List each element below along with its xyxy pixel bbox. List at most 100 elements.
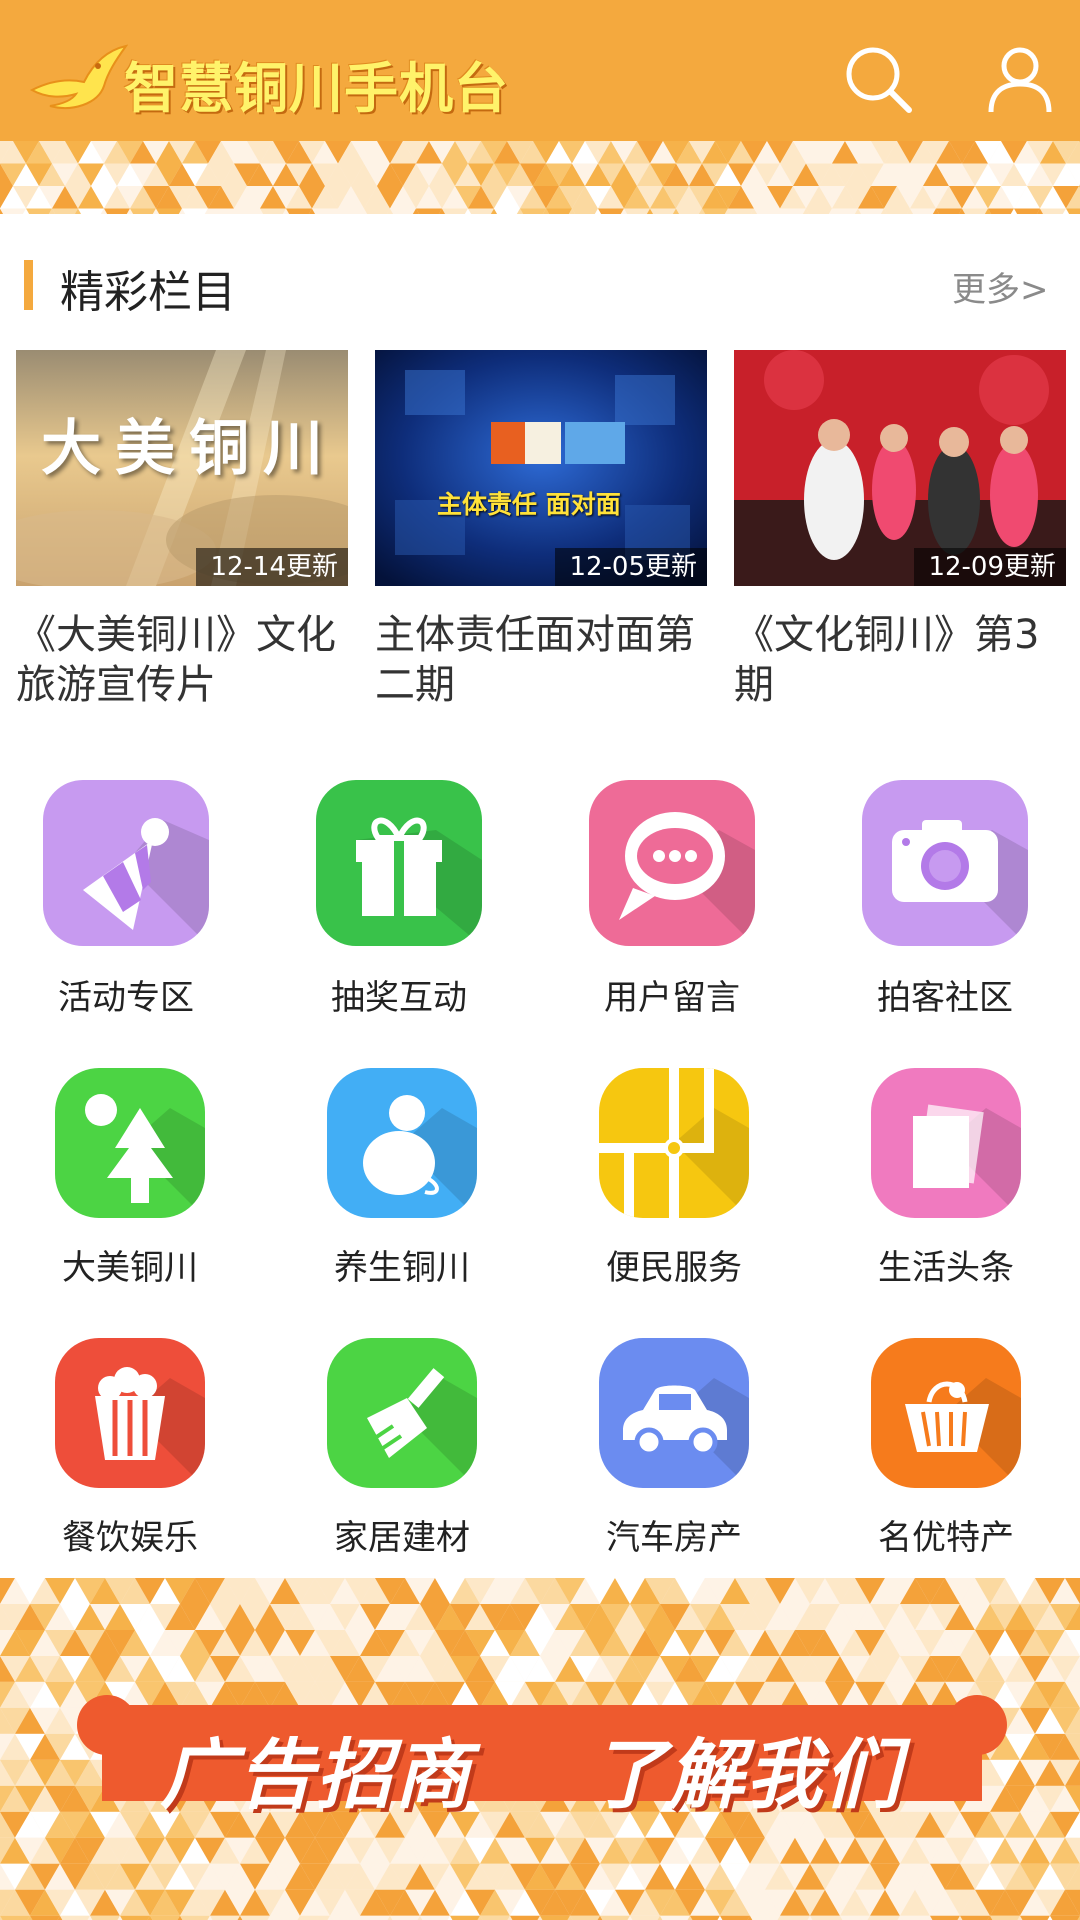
program-title: 主体责任面对面第二期 xyxy=(375,612,695,708)
pattern-triangle xyxy=(728,208,754,214)
program-card[interactable]: 主体责任 面对面 12-05更新 主体责任面对面第二期 xyxy=(375,350,707,710)
pattern-triangle xyxy=(416,208,442,214)
pattern-triangle xyxy=(330,1915,360,1920)
program-card[interactable]: 大美铜川 12-14更新 《大美铜川》文化旅游宣传片 xyxy=(16,350,348,710)
pattern-triangle xyxy=(988,208,1014,214)
pattern-triangle xyxy=(930,1915,960,1920)
pattern-triangle xyxy=(936,208,962,214)
pattern-triangle xyxy=(210,1915,240,1920)
pattern-triangle xyxy=(570,1915,600,1920)
user-icon[interactable] xyxy=(985,44,1055,114)
pattern-triangle xyxy=(494,208,520,214)
pattern-triangle xyxy=(300,1915,330,1920)
gift-icon xyxy=(316,780,482,946)
pattern-triangle xyxy=(690,1915,720,1920)
grid-item-label: 活动专区 xyxy=(58,978,194,1018)
pattern-triangle xyxy=(260,208,286,214)
pattern-triangle xyxy=(156,208,182,214)
pattern-triangle xyxy=(780,208,806,214)
pattern-triangle xyxy=(150,1915,180,1920)
pattern-triangle xyxy=(510,1915,540,1920)
pattern-triangle xyxy=(1050,1915,1080,1920)
pattern-triangle xyxy=(390,208,416,214)
pattern-triangle xyxy=(660,1915,690,1920)
grid-item-label: 餐饮娱乐 xyxy=(62,1518,198,1558)
grid-item-label: 生活头条 xyxy=(878,1248,1014,1288)
pattern-triangle xyxy=(180,1915,210,1920)
pattern-triangle xyxy=(810,1915,840,1920)
pattern-triangle xyxy=(26,208,52,214)
grid-item-label: 家居建材 xyxy=(334,1518,470,1558)
pattern-triangle xyxy=(624,208,650,214)
pattern-triangle xyxy=(750,1915,780,1920)
tree-icon xyxy=(55,1068,205,1218)
search-icon[interactable] xyxy=(843,44,913,114)
pattern-triangle xyxy=(234,208,260,214)
thumbnail-caption: 主体责任 面对面 xyxy=(437,490,621,519)
pattern-triangle xyxy=(858,208,884,214)
ad-about-us-button[interactable]: 了解我们 xyxy=(590,1713,902,1823)
grid-item-label: 名优特产 xyxy=(878,1518,1014,1558)
grid-item-label: 养生铜川 xyxy=(334,1248,470,1288)
app-header: 智慧铜川手机台 xyxy=(0,0,1080,141)
pattern-triangle xyxy=(1040,208,1066,214)
pattern-triangle xyxy=(520,208,546,214)
pattern-triangle xyxy=(754,208,780,214)
program-thumbnail: 大美铜川 12-14更新 xyxy=(16,350,348,586)
pattern-triangle xyxy=(270,1915,300,1920)
more-link[interactable]: 更多> xyxy=(952,262,1049,311)
pattern-triangle xyxy=(104,208,130,214)
pattern-triangle xyxy=(0,1915,30,1920)
pattern-triangle xyxy=(338,208,364,214)
app-title: 智慧铜川手机台 xyxy=(124,57,509,120)
pattern-triangle xyxy=(960,1915,990,1920)
pattern-triangle xyxy=(240,1915,270,1920)
pattern-triangle xyxy=(702,208,728,214)
pattern-triangle xyxy=(420,1915,450,1920)
pattern-triangle xyxy=(450,1915,480,1920)
pattern-triangle xyxy=(900,1915,930,1920)
car-icon xyxy=(599,1338,749,1488)
pattern-triangle xyxy=(840,1915,870,1920)
pattern-triangle xyxy=(990,1915,1020,1920)
program-title: 《文化铜川》第3期 xyxy=(734,612,1040,708)
triangle-pattern xyxy=(0,141,1080,214)
pattern-triangle xyxy=(540,1915,570,1920)
pattern-triangle xyxy=(208,208,234,214)
pattern-triangle xyxy=(806,208,832,214)
chat-bubble-icon xyxy=(589,780,755,946)
program-card[interactable]: 12-09更新 《文化铜川》第3期 xyxy=(734,350,1066,710)
pattern-triangle xyxy=(182,208,208,214)
decorative-banner-strip xyxy=(0,141,1080,214)
popcorn-icon xyxy=(55,1338,205,1488)
pattern-triangle xyxy=(0,208,26,214)
pattern-triangle xyxy=(870,1915,900,1920)
grid-item-label: 用户留言 xyxy=(604,978,740,1018)
pattern-triangle xyxy=(130,208,156,214)
pattern-triangle xyxy=(600,1915,630,1920)
section-accent-bar xyxy=(24,260,33,310)
grid-item-label: 便民服务 xyxy=(606,1248,742,1288)
map-icon xyxy=(599,1068,749,1218)
brush-icon xyxy=(327,1338,477,1488)
section-title: 精彩栏目 xyxy=(60,267,236,318)
pattern-triangle xyxy=(910,208,936,214)
pattern-triangle xyxy=(90,1915,120,1920)
grid-item-label: 大美铜川 xyxy=(62,1248,198,1288)
pattern-triangle xyxy=(884,208,910,214)
pattern-triangle xyxy=(286,208,312,214)
pattern-triangle xyxy=(30,1915,60,1920)
ad-investment-button[interactable]: 广告招商 xyxy=(160,1713,472,1823)
pattern-triangle xyxy=(1014,208,1040,214)
pattern-triangle xyxy=(60,1915,90,1920)
pattern-triangle xyxy=(630,1915,660,1920)
pattern-triangle xyxy=(572,208,598,214)
grid-item-label: 拍客社区 xyxy=(877,978,1013,1018)
pattern-triangle xyxy=(720,1915,750,1920)
pattern-triangle xyxy=(1020,1915,1050,1920)
update-badge: 12-05更新 xyxy=(555,548,707,586)
thumbnail-caption: 大美铜川 xyxy=(41,414,337,484)
pattern-triangle xyxy=(442,208,468,214)
update-badge: 12-14更新 xyxy=(196,548,348,586)
grid-item-label: 抽奖互动 xyxy=(331,978,467,1018)
